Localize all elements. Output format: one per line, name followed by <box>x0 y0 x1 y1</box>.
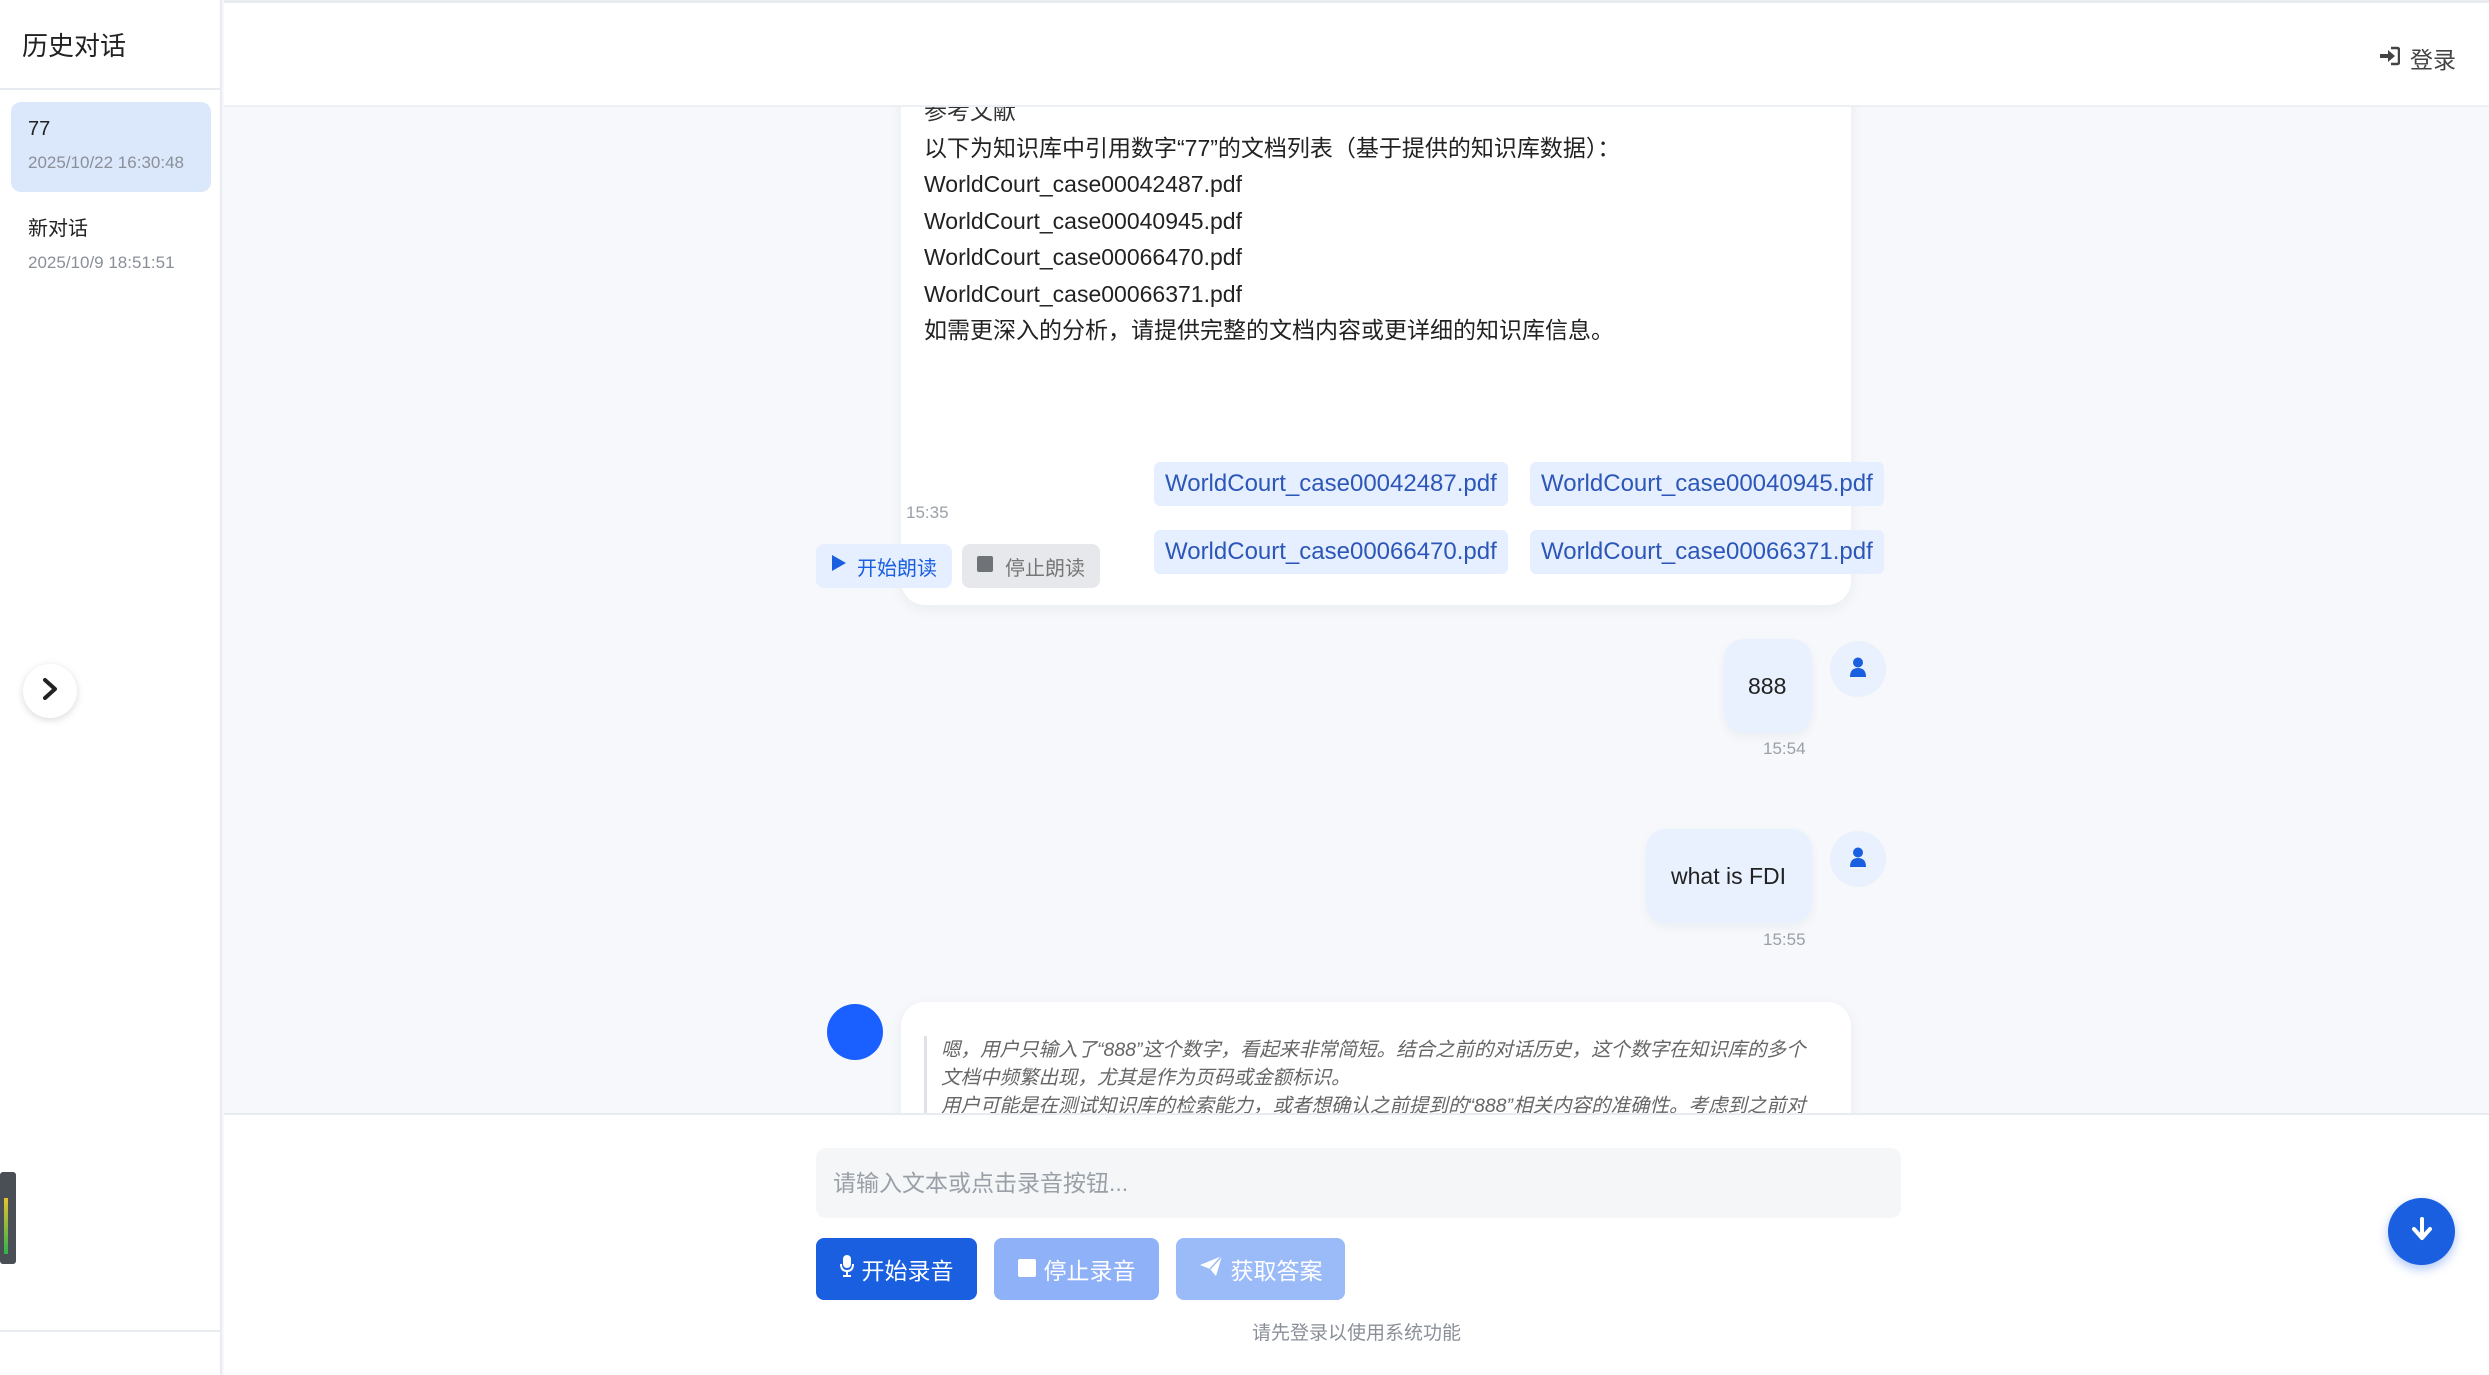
conversation-title: 77 <box>28 118 51 140</box>
user-icon <box>1849 657 1867 682</box>
get-answer-label: 获取答案 <box>1230 1258 1323 1284</box>
start-recording-label: 开始录音 <box>861 1258 954 1284</box>
stop-recording-label: 停止录音 <box>1043 1258 1136 1284</box>
login-button[interactable]: 登录 <box>2378 41 2456 75</box>
arrow-down-icon <box>2411 1217 2433 1246</box>
thinking-line: 嗯，用户只输入了“888”这个数字，看起来非常简短。结合之前的对话历史，这个数字… <box>941 1039 1806 1061</box>
sidebar-toggle-button[interactable] <box>23 664 77 718</box>
stop-reading-button[interactable]: 停止朗读 <box>962 544 1100 588</box>
message-line: 参考文献 <box>924 107 1016 124</box>
user-icon <box>1849 847 1867 872</box>
user-message-bubble: 888 <box>1724 639 1812 733</box>
paper-plane-icon <box>1199 1255 1223 1283</box>
bot-avatar <box>827 1004 883 1060</box>
message-line: WorldCourt_case00066470.pdf <box>924 244 1242 270</box>
reference-tag[interactable]: WorldCourt_case00040945.pdf <box>1530 462 1884 506</box>
user-message-text: 888 <box>1748 672 1787 699</box>
microphone-icon <box>839 1255 854 1283</box>
thinking-line: 用户可能是在测试知识库的检索能力，或者想确认之前提到的“888”相关内容的准确性… <box>941 1095 1806 1113</box>
stop-recording-button[interactable]: 停止录音 <box>994 1238 1159 1300</box>
start-reading-label: 开始朗读 <box>857 557 937 580</box>
stop-reading-label: 停止朗读 <box>1005 557 1085 580</box>
message-line: WorldCourt_case00040945.pdf <box>924 207 1242 234</box>
stop-icon <box>977 555 993 578</box>
user-message-bubble: what is FDI <box>1646 829 1812 923</box>
reference-tag[interactable]: WorldCourt_case00066470.pdf <box>1154 530 1508 574</box>
get-answer-button[interactable]: 获取答案 <box>1176 1238 1345 1300</box>
message-line: 如需更深入的分析，请提供完整的文档内容或更详细的知识库信息。 <box>924 317 1614 343</box>
chat-messages: 参考文献 以下为知识库中引用数字“77”的文档列表（基于提供的知识库数据）： W… <box>224 107 2489 1113</box>
start-reading-button[interactable]: 开始朗读 <box>816 544 952 588</box>
conversation-item-77[interactable]: 77 2025/10/22 16:30:48 <box>11 102 211 192</box>
sign-in-icon <box>2378 45 2410 72</box>
input-panel: 开始录音 停止录音 获取答案 请先登录以使用系统功能 <box>224 1113 2489 1375</box>
login-label: 登录 <box>2410 47 2456 73</box>
stop-icon <box>1017 1256 1036 1283</box>
message-line: WorldCourt_case00066371.pdf <box>924 280 1242 307</box>
conversation-title: 新对话 <box>28 218 88 240</box>
sidebar: 历史对话 77 2025/10/22 16:30:48 新对话 2025/10/… <box>0 0 222 1375</box>
message-time: 15:35 <box>906 503 949 522</box>
message-line: 以下为知识库中引用数字“77”的文档列表（基于提供的知识库数据）： <box>924 134 1621 161</box>
sidebar-title: 历史对话 <box>0 0 220 90</box>
message-input[interactable] <box>816 1148 1901 1218</box>
scroll-to-bottom-button[interactable] <box>2388 1198 2455 1265</box>
reference-tag[interactable]: WorldCourt_case00066371.pdf <box>1530 530 1884 574</box>
user-message-text: what is FDI <box>1671 862 1787 889</box>
audio-level-bar <box>4 1198 8 1254</box>
bot-thinking-bubble: 嗯，用户只输入了“888”这个数字，看起来非常简短。结合之前的对话历史，这个数字… <box>901 1002 1851 1113</box>
message-time: 15:55 <box>1763 930 1806 949</box>
message-line: WorldCourt_case00042487.pdf <box>924 171 1242 197</box>
start-recording-button[interactable]: 开始录音 <box>816 1238 977 1300</box>
play-icon <box>831 554 847 578</box>
message-time: 15:54 <box>1763 739 1806 758</box>
conversation-time: 2025/10/9 18:51:51 <box>28 253 175 272</box>
conversation-time: 2025/10/22 16:30:48 <box>28 153 184 172</box>
user-avatar <box>1830 641 1886 697</box>
audio-level-meter <box>0 1172 16 1264</box>
conversation-item-new[interactable]: 新对话 2025/10/9 18:51:51 <box>11 196 211 286</box>
reference-tag[interactable]: WorldCourt_case00042487.pdf <box>1154 462 1508 506</box>
bot-message-bubble: 参考文献 以下为知识库中引用数字“77”的文档列表（基于提供的知识库数据）： W… <box>901 107 1884 605</box>
thinking-text: 嗯，用户只输入了“888”这个数字，看起来非常简短。结合之前的对话历史，这个数字… <box>924 1036 1814 1113</box>
sidebar-footer-divider <box>0 1330 220 1332</box>
login-hint: 请先登录以使用系统功能 <box>1251 1323 1461 1344</box>
thinking-line: 文档中频繁出现，尤其是作为页码或金额标识。 <box>941 1067 1351 1089</box>
user-avatar <box>1830 831 1886 887</box>
top-header: 登录 <box>224 0 2489 107</box>
chevron-right-icon <box>41 677 59 705</box>
